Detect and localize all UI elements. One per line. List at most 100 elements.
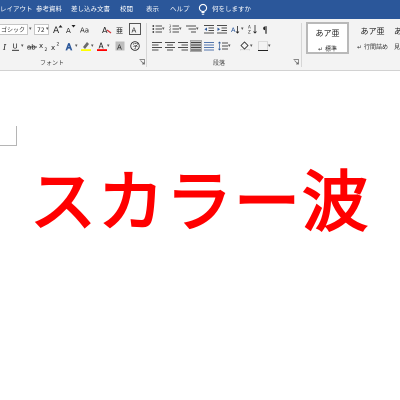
clear-formatting-button[interactable]: A: [101, 23, 113, 35]
distributed-icon: [204, 42, 214, 51]
svg-text:I: I: [2, 43, 7, 51]
ribbon-tab-bar: レイアウト 参考資料 差し込み文書 校閲 表示 ヘルプ 何をしますか: [0, 0, 400, 19]
superscript-button[interactable]: x 2: [50, 40, 62, 52]
increase-indent-button[interactable]: [216, 23, 228, 35]
show-hide-marks-button[interactable]: ¶: [260, 23, 272, 35]
style-normal[interactable]: あア亜 ↵ 標準: [306, 22, 349, 54]
grow-font-icon: A: [53, 25, 63, 34]
align-center-button[interactable]: [164, 40, 176, 52]
chevron-down-icon[interactable]: ▾: [21, 43, 24, 49]
lightbulb-icon[interactable]: [197, 3, 209, 16]
chevron-down-icon[interactable]: ▾: [46, 26, 49, 32]
chevron-down-icon[interactable]: ▾: [179, 26, 182, 32]
svg-text:A: A: [99, 42, 105, 51]
chevron-down-icon[interactable]: ▾: [228, 43, 231, 49]
grow-font-button[interactable]: A: [52, 23, 64, 35]
subscript-icon: x 2: [39, 42, 48, 51]
chevron-down-icon[interactable]: ▾: [91, 43, 94, 49]
style-sample: あア亜: [315, 29, 340, 38]
strikethrough-button[interactable]: ab: [26, 40, 38, 52]
svg-text:U: U: [13, 43, 18, 51]
sort-button[interactable]: A Z: [247, 23, 259, 35]
change-case-button[interactable]: Aa: [79, 23, 91, 35]
highlighter-icon: [81, 42, 91, 51]
enclose-characters-button[interactable]: 字: [129, 40, 141, 52]
chevron-down-icon[interactable]: ▾: [162, 26, 165, 32]
increase-indent-icon: [217, 25, 227, 34]
character-border-icon: A: [132, 27, 137, 35]
style-name: ↵ 行間詰め: [357, 44, 388, 51]
justify-button[interactable]: [190, 40, 202, 52]
tab-mailings[interactable]: 差し込み文書: [71, 0, 110, 19]
enclose-characters-icon: 字: [130, 41, 140, 51]
ribbon: ゴシック ( ▾ 72 ▾ A A Aa A 亜 A I U ▾ ab x 2 …: [0, 19, 400, 71]
borders-icon: [258, 41, 268, 51]
chevron-down-icon[interactable]: ▾: [241, 26, 244, 32]
svg-text:x: x: [39, 42, 43, 50]
document-canvas[interactable]: スカラー波: [0, 71, 400, 400]
align-right-button[interactable]: [177, 40, 189, 52]
character-shading-button[interactable]: A: [114, 40, 126, 52]
svg-text:2: 2: [45, 47, 48, 51]
character-shading-icon: A: [115, 41, 125, 51]
svg-text:A: A: [66, 43, 72, 51]
font-name-combobox[interactable]: ゴシック (: [0, 24, 28, 35]
tab-references[interactable]: 参考資料: [36, 0, 62, 19]
tell-me-box[interactable]: 何をしますか: [212, 0, 251, 19]
svg-text:x: x: [51, 44, 55, 51]
distributed-button[interactable]: [203, 40, 215, 52]
align-left-button[interactable]: [151, 40, 163, 52]
chevron-down-icon[interactable]: ▾: [268, 43, 271, 49]
chevron-down-icon[interactable]: ▾: [75, 43, 78, 49]
style-name: 見出: [394, 44, 400, 51]
svg-text:A: A: [132, 27, 137, 35]
style-heading-1[interactable]: あア亜 見出: [394, 22, 400, 54]
style-no-spacing[interactable]: あア亜 ↵ 行間詰め: [351, 22, 394, 54]
svg-text:¶: ¶: [263, 26, 268, 34]
svg-text:2: 2: [57, 42, 60, 48]
chevron-down-icon[interactable]: ▾: [196, 26, 199, 32]
svg-text:Z: Z: [248, 30, 251, 35]
shrink-font-button[interactable]: A: [65, 23, 77, 35]
document-heading-text[interactable]: スカラー波: [0, 163, 400, 243]
font-color-icon: A: [97, 42, 107, 51]
tab-review[interactable]: 校閲: [120, 0, 133, 19]
svg-text:字: 字: [133, 43, 139, 51]
phonetic-guide-icon: 亜: [116, 27, 123, 34]
sort-icon: A Z: [248, 25, 257, 35]
svg-text:A: A: [231, 26, 236, 34]
strikethrough-icon: ab: [27, 44, 37, 51]
numbering-icon: 1 2 3: [169, 24, 179, 34]
svg-text:3: 3: [169, 30, 171, 34]
character-border-button[interactable]: A: [129, 23, 141, 35]
align-right-icon: [178, 42, 188, 51]
chevron-down-icon[interactable]: ▾: [250, 43, 253, 49]
decrease-indent-button[interactable]: [203, 23, 215, 35]
bullets-icon: [152, 25, 162, 33]
paint-bucket-icon: [240, 41, 250, 51]
svg-text:A: A: [66, 27, 71, 34]
shrink-font-icon: A: [66, 25, 76, 34]
text-direction-icon: A: [231, 26, 240, 34]
underline-icon: U: [12, 43, 19, 51]
justify-icon: [191, 42, 201, 51]
svg-text:亜: 亜: [116, 27, 123, 34]
paragraph-dialog-launcher-icon[interactable]: [293, 59, 299, 65]
svg-text:A: A: [117, 44, 122, 52]
phonetic-guide-button[interactable]: 亜: [114, 23, 126, 35]
decrease-indent-icon: [204, 25, 214, 34]
font-dialog-launcher-icon[interactable]: [139, 59, 145, 65]
paragraph-mark-icon: ¶: [263, 26, 268, 34]
align-left-icon: [152, 42, 162, 51]
clear-formatting-icon: A: [102, 26, 112, 34]
chevron-down-icon[interactable]: ▾: [29, 26, 32, 32]
tab-help[interactable]: ヘルプ: [170, 0, 190, 19]
group-separator: [301, 23, 302, 67]
text-effects-icon: A: [66, 43, 73, 51]
tab-layout[interactable]: レイアウト: [0, 0, 33, 19]
tab-view[interactable]: 表示: [146, 0, 159, 19]
chevron-down-icon[interactable]: ▾: [107, 43, 110, 49]
change-case-icon: Aa: [80, 27, 89, 35]
paragraph-group-label: 段落: [213, 60, 226, 67]
subscript-button[interactable]: x 2: [38, 40, 50, 52]
